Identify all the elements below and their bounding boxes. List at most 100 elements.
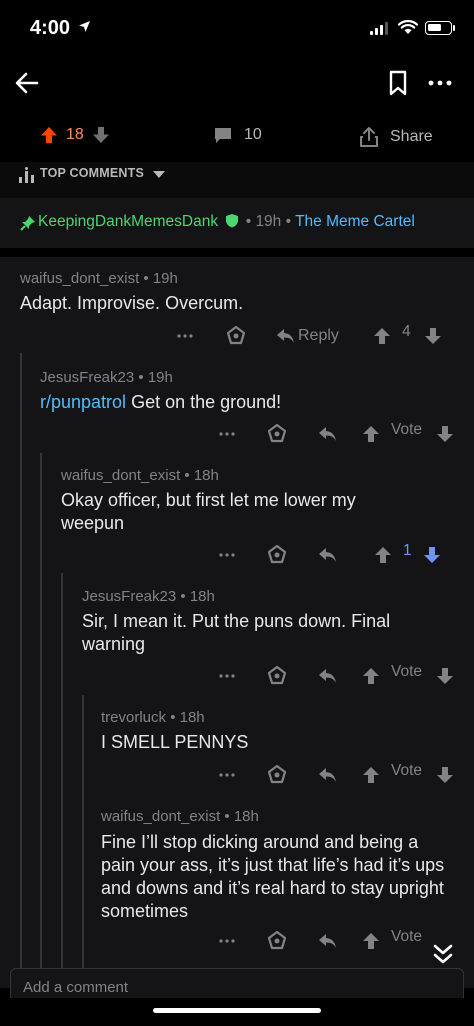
award-icon[interactable] (267, 542, 287, 568)
cellular-signal-icon (370, 22, 388, 35)
reply-icon[interactable] (317, 421, 337, 447)
downvote-icon[interactable] (436, 762, 454, 788)
comment-score: 1 (403, 542, 412, 559)
reply-icon[interactable] (317, 542, 337, 568)
award-icon[interactable] (267, 762, 287, 788)
reply-icon (277, 329, 294, 343)
add-comment-field[interactable]: Add a comment (10, 968, 464, 998)
comment-meta: JesusFreak23 • 19h (40, 369, 173, 386)
post-action-bar: 18 10 Share (0, 108, 474, 162)
add-comment-placeholder: Add a comment (23, 979, 129, 996)
comment-meta: trevorluck • 18h (101, 709, 205, 726)
comment-meta: waifus_dont_exist • 18h (61, 467, 219, 484)
wifi-icon (398, 20, 418, 34)
downvote-icon[interactable] (424, 323, 442, 349)
pinned-username[interactable]: KeepingDankMemesDank (38, 213, 218, 230)
comment-body: r/punpatrol Get on the ground! (40, 391, 400, 414)
reply-icon[interactable] (317, 928, 337, 954)
downvote-icon-active[interactable] (423, 542, 441, 568)
comment-age: 19h (147, 369, 173, 386)
comment-actions: 1 (0, 542, 474, 568)
pinned-comment-header[interactable]: KeepingDankMemesDank • 19h • The Meme Ca… (0, 198, 474, 248)
comment-score: Vote (391, 762, 423, 779)
upvote-icon[interactable] (362, 663, 380, 689)
share-label: Share (390, 128, 433, 145)
comment-score: Vote (391, 421, 423, 438)
comment-score: Vote (391, 663, 423, 680)
comment-body: Okay officer, but first let me lower my … (61, 490, 356, 533)
pin-icon (20, 216, 35, 231)
comment-actions: Vote (0, 663, 474, 689)
comment-age: 18h (233, 808, 259, 825)
upvote-icon[interactable] (373, 323, 391, 349)
more-options-icon[interactable] (218, 542, 236, 568)
reply-icon[interactable] (317, 762, 337, 788)
award-icon[interactable] (226, 323, 246, 349)
pinned-age: 19h (255, 213, 282, 230)
pinned-meta: KeepingDankMemesDank • 19h • The Meme Ca… (38, 213, 415, 230)
status-time: 4:00 (30, 17, 71, 39)
thread-line (40, 453, 42, 988)
home-indicator[interactable] (153, 1008, 321, 1013)
comment-meta: JesusFreak23 • 18h (82, 588, 215, 605)
post-comment-count: 10 (244, 126, 262, 143)
comment-actions: Reply 4 (0, 323, 474, 349)
downvote-icon[interactable] (436, 421, 454, 447)
more-options-icon[interactable] (218, 762, 236, 788)
post-vote-group: 18 (40, 126, 110, 144)
comment-score: 4 (402, 323, 411, 340)
comment-username[interactable]: JesusFreak23 (82, 588, 176, 605)
share-icon (360, 127, 378, 147)
comment-body: I SMELL PENNYS (101, 732, 249, 752)
comment-body: Adapt. Improvise. Overcum. (20, 293, 244, 313)
comment-meta: waifus_dont_exist • 18h (101, 808, 259, 825)
comment-score: Vote (391, 928, 423, 945)
location-arrow-icon (79, 21, 90, 32)
pinned-flair[interactable]: The Meme Cartel (295, 213, 415, 230)
reply-icon[interactable] (317, 663, 337, 689)
comment-username[interactable]: waifus_dont_exist (61, 467, 180, 484)
comment-username[interactable]: JesusFreak23 (40, 369, 134, 386)
downvote-icon[interactable] (92, 126, 110, 144)
upvote-icon[interactable] (362, 421, 380, 447)
more-options-icon[interactable] (218, 663, 236, 689)
upvote-icon[interactable] (362, 928, 380, 954)
more-options-icon[interactable] (218, 928, 236, 954)
sort-bars-icon (19, 167, 34, 183)
downvote-icon[interactable] (436, 663, 454, 689)
comment-text: Get on the ground! (126, 392, 282, 412)
upvote-icon[interactable] (40, 126, 58, 144)
more-options-icon[interactable] (425, 70, 455, 96)
bookmark-icon[interactable] (385, 69, 411, 97)
comment-username[interactable]: waifus_dont_exist (101, 808, 220, 825)
battery-icon (425, 21, 452, 35)
comment-actions: Vote (0, 928, 474, 954)
comment-actions: Vote (0, 762, 474, 788)
share-button[interactable]: Share (358, 126, 433, 148)
upvote-icon[interactable] (362, 762, 380, 788)
back-arrow-icon[interactable] (12, 68, 42, 98)
comment-age: 18h (193, 467, 219, 484)
comment-bubble-icon (215, 127, 231, 143)
comment-age: 18h (179, 709, 205, 726)
collapse-threads-icon[interactable] (428, 940, 458, 970)
subreddit-link[interactable]: r/punpatrol (40, 392, 126, 412)
sort-comments-button[interactable]: TOP COMMENTS (0, 162, 474, 198)
chevron-down-icon (153, 171, 165, 178)
nav-bar (0, 56, 474, 108)
comments-button[interactable]: 10 (214, 126, 262, 144)
award-icon[interactable] (267, 928, 287, 954)
reply-label: Reply (298, 327, 339, 344)
more-options-icon[interactable] (176, 323, 194, 349)
comment-meta: waifus_dont_exist • 19h (20, 270, 178, 287)
more-options-icon[interactable] (218, 421, 236, 447)
comments-list: waifus_dont_exist • 19h Adapt. Improvise… (0, 257, 474, 988)
battery-cap (453, 25, 455, 31)
reply-button[interactable]: Reply (275, 323, 339, 349)
comment-username[interactable]: trevorluck (101, 709, 166, 726)
upvote-icon[interactable] (374, 542, 392, 568)
sort-label: TOP COMMENTS (40, 166, 145, 180)
award-icon[interactable] (267, 663, 287, 689)
comment-username[interactable]: waifus_dont_exist (20, 270, 139, 287)
award-icon[interactable] (267, 421, 287, 447)
